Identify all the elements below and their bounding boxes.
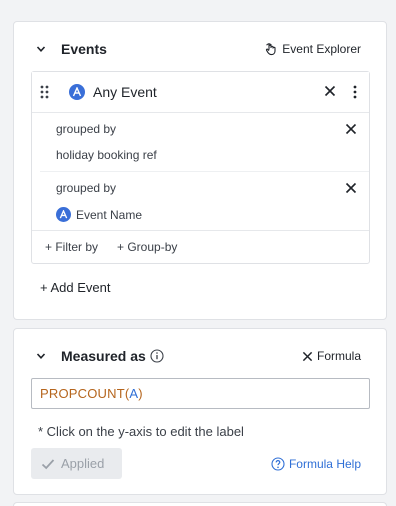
- group-by-row: grouped by holiday booking ref: [40, 113, 369, 172]
- group-by-label: grouped by: [56, 122, 117, 136]
- measured-as-header: Measured as Formula: [14, 329, 386, 385]
- check-icon: [41, 458, 55, 469]
- close-icon[interactable]: [345, 123, 357, 135]
- add-event-button[interactable]: + Add Event: [40, 280, 110, 295]
- vertical-dots-icon[interactable]: [353, 85, 357, 99]
- close-icon: [302, 351, 313, 361]
- measured-as-title: Measured as: [61, 348, 164, 364]
- group-by-label: grouped by: [56, 181, 117, 195]
- events-panel-header: Events Event Explorer: [14, 22, 386, 78]
- formula-close-paren: ): [138, 386, 143, 401]
- measured-as-title-text: Measured as: [61, 348, 146, 364]
- event-row: Any Event: [32, 72, 369, 113]
- y-axis-hint: * Click on the y-axis to edit the label: [38, 424, 244, 439]
- group-by-value[interactable]: Event Name: [56, 207, 142, 222]
- events-panel: Events Event Explorer Any Event grouped …: [13, 21, 387, 320]
- event-actions: + Filter by + Group-by: [32, 230, 369, 264]
- info-circle-icon[interactable]: [150, 349, 164, 363]
- chevron-down-icon[interactable]: [36, 351, 46, 361]
- event-card: Any Event grouped by holiday booking ref…: [31, 71, 370, 264]
- formula-input[interactable]: PROPCOUNT(A): [31, 378, 370, 409]
- formula-help-label: Formula Help: [288, 457, 361, 471]
- formula-toggle-button[interactable]: Formula: [302, 349, 361, 363]
- event-letter-avatar: [56, 207, 71, 222]
- group-by-row: grouped by Event Name: [40, 172, 369, 231]
- event-explorer-label: Event Explorer: [282, 42, 361, 56]
- group-by-button[interactable]: + Group-by: [117, 240, 177, 254]
- measured-as-panel: Measured as Formula PROPCOUNT(A) * Click…: [13, 328, 387, 495]
- formula-toggle-label: Formula: [316, 349, 361, 363]
- group-by-value[interactable]: holiday booking ref: [56, 148, 157, 162]
- pointer-hand-icon: [266, 43, 276, 56]
- event-name[interactable]: Any Event: [93, 84, 157, 100]
- events-title: Events: [61, 41, 107, 57]
- group-by-value-text: holiday booking ref: [56, 148, 157, 162]
- event-letter-avatar: [69, 84, 85, 100]
- chevron-down-icon[interactable]: [36, 44, 46, 54]
- applied-label: Applied: [61, 456, 105, 471]
- close-icon[interactable]: [324, 85, 336, 97]
- close-icon[interactable]: [345, 182, 357, 194]
- event-explorer-button[interactable]: Event Explorer: [264, 42, 361, 56]
- drag-handle-icon[interactable]: [40, 85, 49, 99]
- letter-a-icon: [72, 87, 82, 97]
- next-panel-edge: [13, 502, 387, 506]
- question-circle-icon: [271, 457, 285, 471]
- filter-by-button[interactable]: + Filter by: [45, 240, 98, 254]
- formula-help-link[interactable]: Formula Help: [271, 457, 361, 471]
- formula-function: PROPCOUNT: [40, 386, 125, 401]
- applied-button[interactable]: Applied: [31, 448, 122, 479]
- group-by-value-text: Event Name: [76, 207, 143, 222]
- formula-argument: A: [129, 386, 139, 401]
- letter-a-icon: [59, 210, 68, 219]
